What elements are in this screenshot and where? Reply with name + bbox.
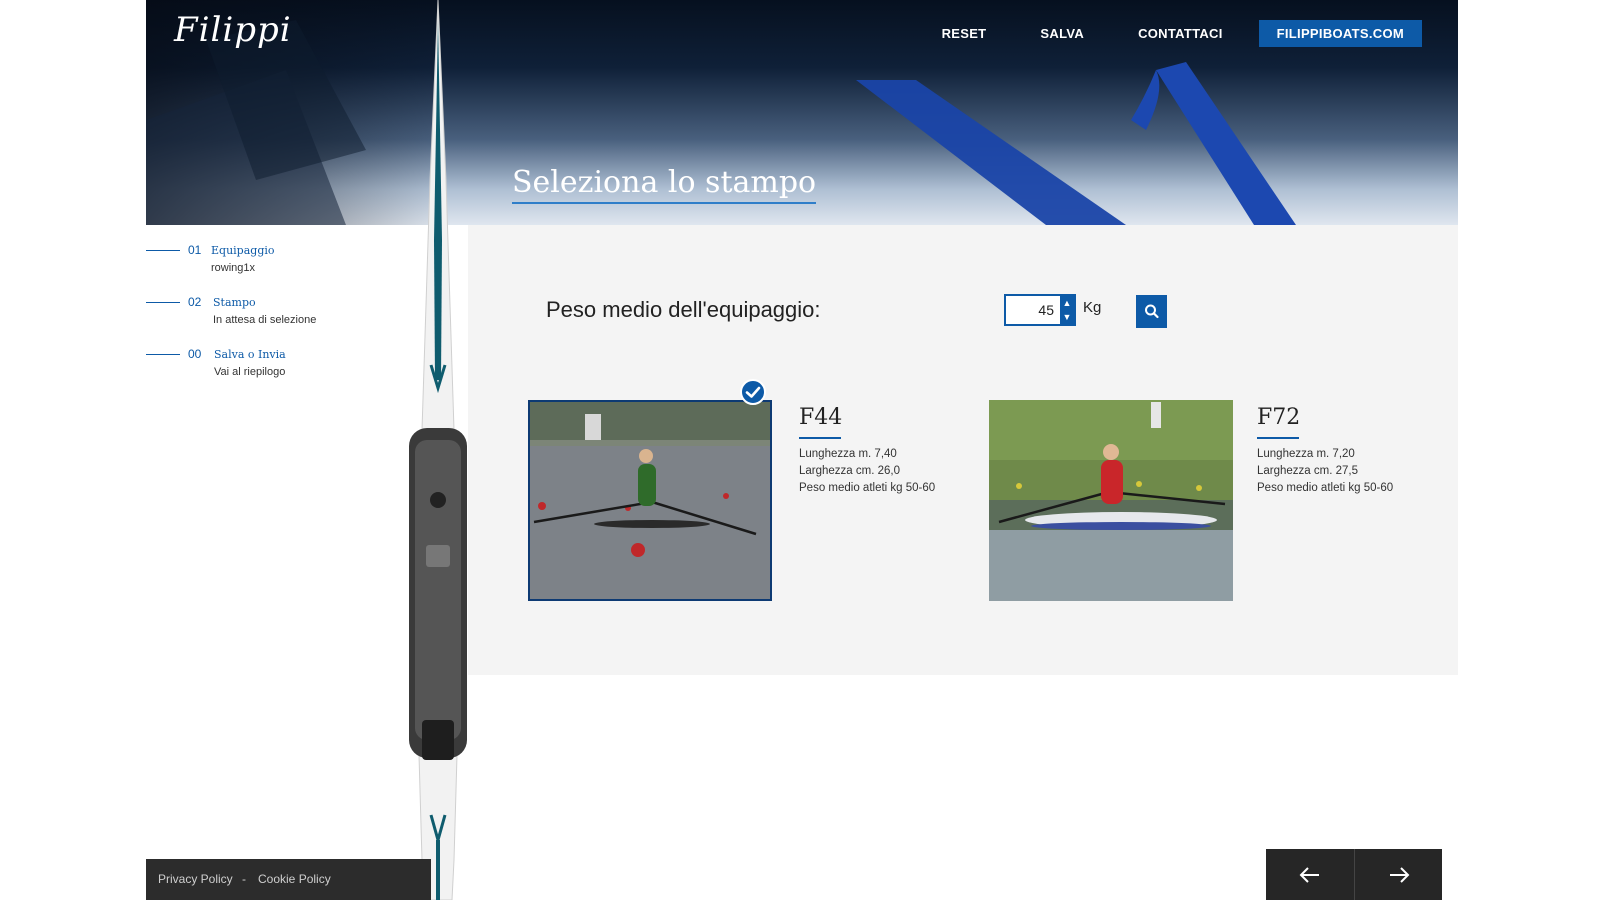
boat-athlete-weight: Peso medio atleti kg 50-60 [799, 482, 936, 494]
search-button[interactable] [1136, 295, 1167, 328]
step-title: Salva o Invia [214, 348, 286, 361]
cookie-policy-link[interactable]: Cookie Policy [258, 872, 331, 886]
boat-name: F44 [799, 405, 843, 430]
nav-filippiboats-button[interactable]: FILIPPIBOATS.COM [1258, 20, 1422, 47]
weight-label: Peso medio dell'equipaggio: [546, 297, 821, 322]
step-title: Equipaggio [211, 244, 275, 257]
privacy-policy-link[interactable]: Privacy Policy [158, 872, 233, 886]
page-frame: Filippi RESET SALVA CONTATTACI FILIPPIBO… [146, 0, 1458, 900]
spin-up-icon[interactable]: ▲ [1060, 296, 1074, 310]
filippi-logo[interactable]: Filippi [174, 10, 292, 50]
step-line [146, 354, 180, 355]
boat-length: Lunghezza m. 7,40 [799, 448, 897, 460]
arrow-right-icon [1390, 867, 1410, 883]
weight-unit: Kg [1083, 299, 1102, 316]
step-subtitle: rowing1x [211, 262, 256, 274]
weight-value: 45 [1038, 302, 1054, 318]
step-number: 00 [188, 347, 202, 361]
boat-name-underline [1257, 437, 1299, 439]
nav-contattaci[interactable]: CONTATTACI [1138, 26, 1223, 41]
nav-salva[interactable]: SALVA [1040, 26, 1084, 41]
boat-name: F72 [1257, 405, 1301, 430]
footer-bar: Privacy Policy - Cookie Policy [146, 859, 431, 900]
boat-topview-image [409, 0, 467, 900]
search-icon [1145, 304, 1159, 319]
spin-down-icon[interactable]: ▼ [1060, 310, 1074, 324]
selected-check-icon [740, 379, 766, 405]
boat-card-f72-image[interactable] [989, 400, 1233, 601]
arrow-left-icon [1299, 867, 1319, 883]
weight-stepper[interactable]: ▲ ▼ [1060, 296, 1074, 324]
hero-banner: Filippi RESET SALVA CONTATTACI FILIPPIBO… [146, 0, 1458, 225]
boat-width: Larghezza cm. 26,0 [799, 465, 901, 477]
step-navigation [1266, 849, 1442, 900]
footer-separator: - [242, 872, 246, 886]
boat-name-underline [799, 437, 841, 439]
step-line [146, 250, 180, 251]
rower-photo [530, 402, 770, 599]
weight-input[interactable]: 45 ▲ ▼ [1004, 294, 1076, 326]
boat-width: Larghezza cm. 27,5 [1257, 465, 1359, 477]
next-button[interactable] [1354, 849, 1443, 900]
top-nav: RESET SALVA CONTATTACI FILIPPIBOATS.COM [888, 20, 1422, 47]
boat-athlete-weight: Peso medio atleti kg 50-60 [1257, 482, 1394, 494]
boat-card-f44-image[interactable] [528, 400, 772, 601]
page-title: Seleziona lo stampo [512, 165, 817, 204]
step-title: Stampo [213, 296, 256, 309]
nav-reset[interactable]: RESET [942, 26, 987, 41]
step-subtitle: In attesa di selezione [213, 314, 317, 326]
boat-length: Lunghezza m. 7,20 [1257, 448, 1355, 460]
previous-button[interactable] [1266, 849, 1354, 900]
rower-photo [989, 400, 1233, 601]
step-number: 02 [188, 295, 202, 309]
step-subtitle: Vai al riepilogo [214, 366, 286, 378]
step-number: 01 [188, 243, 202, 257]
step-line [146, 302, 180, 303]
